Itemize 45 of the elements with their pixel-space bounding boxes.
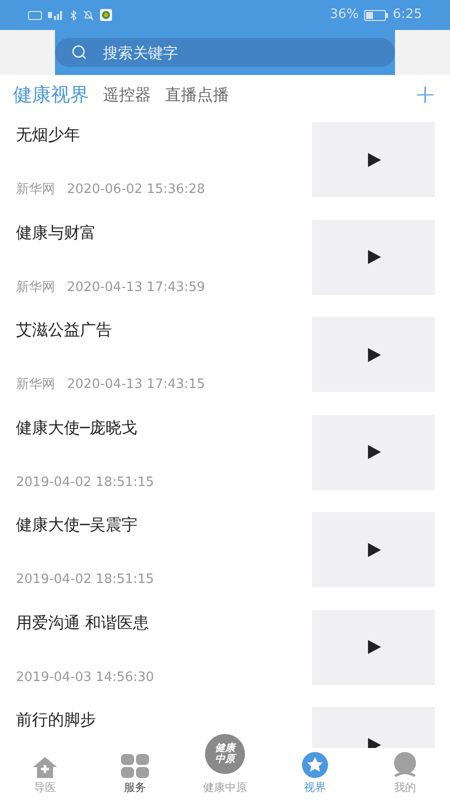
video-title[interactable]: 健康大使─庞晓戈 bbox=[16, 416, 312, 440]
logo-badge: 健康中原 bbox=[205, 734, 245, 774]
signal-icon bbox=[48, 10, 64, 20]
video-title[interactable]: 健康与财富 bbox=[16, 220, 312, 244]
video-title[interactable]: 健康大使─吴震宇 bbox=[16, 513, 312, 537]
grid-icon bbox=[121, 754, 149, 778]
house-icon bbox=[32, 756, 58, 778]
bell-off-icon bbox=[83, 10, 94, 20]
video-time: 2020-04-13 17:43:15 bbox=[67, 376, 206, 394]
video-time: 2020-04-13 17:43:59 bbox=[67, 278, 206, 296]
battery-percent: 36% bbox=[330, 6, 359, 24]
app-icon bbox=[100, 9, 112, 21]
video-title[interactable]: 艾滋公益广告 bbox=[16, 318, 312, 342]
nav-tab[interactable]: 服务 bbox=[90, 748, 180, 800]
video-thumbnail[interactable] bbox=[312, 317, 435, 392]
video-title[interactable]: 前行的脚步 bbox=[16, 708, 312, 732]
video-thumbnail[interactable] bbox=[312, 414, 435, 490]
play-icon bbox=[366, 250, 380, 264]
video-time: 2019-04-02 18:51:15 bbox=[16, 474, 154, 492]
clock: 6:25 bbox=[392, 6, 422, 24]
video-thumbnail[interactable] bbox=[312, 220, 435, 294]
video-time: 2019-04-02 18:51:15 bbox=[16, 571, 154, 589]
video-time: 2019-04-03 14:56:30 bbox=[16, 668, 154, 686]
video-source: 新华网 bbox=[16, 278, 55, 296]
play-icon bbox=[366, 640, 380, 654]
person-icon bbox=[392, 752, 418, 778]
search-field[interactable]: 搜索关键字 bbox=[55, 38, 395, 67]
play-icon bbox=[366, 445, 380, 459]
tab[interactable]: 直播点播 bbox=[165, 83, 229, 107]
video-title[interactable]: 用爱沟通 和谐医患 bbox=[16, 610, 312, 634]
video-thumbnail[interactable] bbox=[312, 122, 435, 197]
video-thumbnail[interactable] bbox=[312, 610, 435, 684]
bluetooth-icon bbox=[70, 10, 77, 20]
video-source: 新华网 bbox=[16, 376, 55, 394]
video-time: 2020-06-02 15:36:28 bbox=[67, 181, 206, 199]
search-icon bbox=[72, 45, 87, 60]
play-icon bbox=[366, 542, 380, 556]
play-icon bbox=[366, 152, 380, 166]
video-title[interactable]: 无烟少年 bbox=[16, 123, 312, 147]
play-icon bbox=[366, 348, 380, 362]
tab[interactable]: 遥控器 bbox=[103, 83, 151, 107]
video-source: 新华网 bbox=[16, 181, 55, 199]
battery-icon bbox=[364, 10, 388, 20]
hd-icon bbox=[28, 10, 42, 20]
video-thumbnail[interactable] bbox=[312, 512, 435, 587]
